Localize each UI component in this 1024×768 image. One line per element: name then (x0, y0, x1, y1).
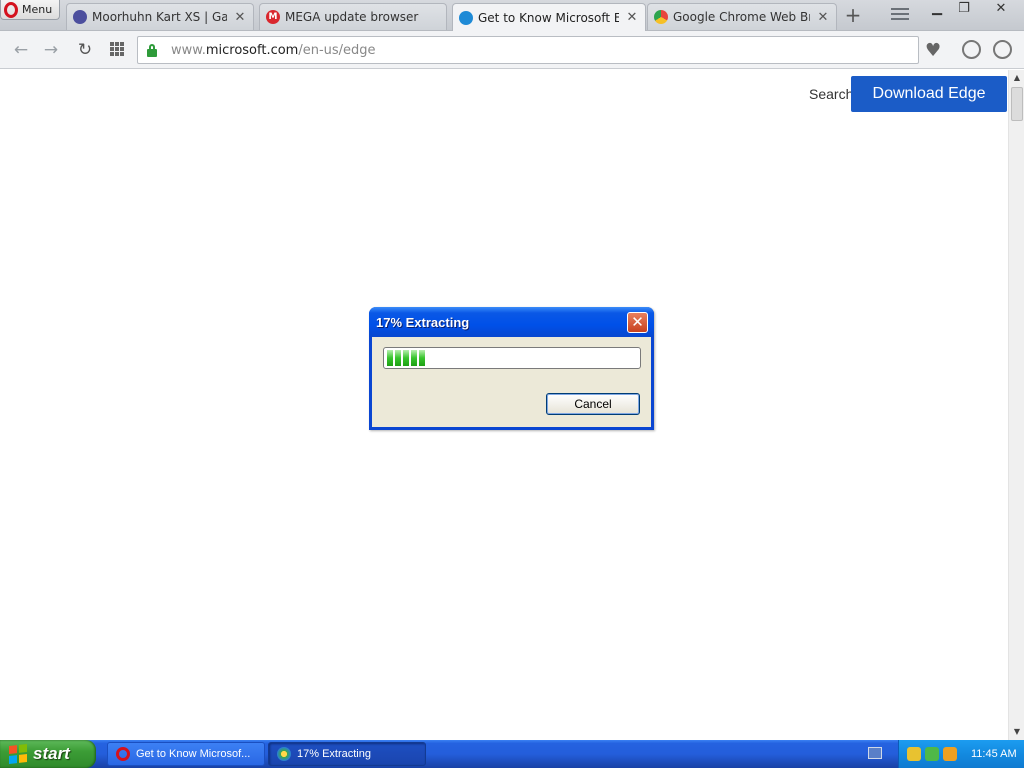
secure-lock-icon (147, 44, 157, 57)
windows-logo-icon (9, 744, 27, 764)
forward-arrow-icon[interactable]: → (41, 40, 61, 60)
download-icon[interactable] (962, 40, 981, 59)
taskbar-item-extracting[interactable]: 17% Extracting (268, 742, 426, 766)
keyboard-icon[interactable] (868, 747, 882, 759)
task-label: Get to Know Microsof... (136, 748, 251, 760)
scroll-down-arrow-icon[interactable]: ▼ (1009, 724, 1024, 740)
search-tray-icon[interactable] (943, 747, 957, 761)
progress-block (411, 350, 417, 366)
tab-menu-icon[interactable] (891, 8, 909, 22)
cancel-button[interactable]: Cancel (546, 393, 640, 415)
dialog-close-icon[interactable]: ✕ (627, 312, 648, 333)
dialog-title: 17% Extracting (376, 315, 470, 330)
speed-dial-grid-icon[interactable] (110, 42, 124, 56)
account-icon[interactable] (993, 40, 1012, 59)
scroll-thumb[interactable] (1011, 87, 1023, 121)
restore-icon[interactable]: ❐ (953, 2, 975, 18)
progress-block (419, 350, 425, 366)
page-scrollbar[interactable]: ▲ ▼ (1008, 70, 1024, 740)
opera-icon (116, 747, 130, 761)
start-label: start (33, 744, 70, 763)
taskbar: start Get to Know Microsof... 17% Extrac… (0, 740, 1024, 768)
tab-label: Google Chrome Web Browser (673, 10, 810, 24)
scroll-up-arrow-icon[interactable]: ▲ (1009, 70, 1024, 86)
dialog-title-bar[interactable]: 17% Extracting ✕ (369, 307, 654, 337)
tab-label: Get to Know Microsoft Edge (478, 10, 619, 25)
security-shield-icon[interactable] (907, 747, 921, 761)
url-text: www.microsoft.com/en-us/edge (171, 43, 376, 58)
tab-close-icon[interactable]: ✕ (625, 10, 639, 25)
installer-icon (277, 747, 291, 761)
menu-label: Menu (22, 3, 53, 16)
clock: 11:45 AM (971, 748, 1017, 760)
opera-logo-icon (4, 1, 18, 18)
reload-icon[interactable]: ↻ (75, 40, 95, 60)
edge-favicon-icon (459, 10, 473, 25)
opera-menu-button[interactable]: Menu (0, 0, 60, 20)
tab-close-icon[interactable]: ✕ (816, 10, 830, 25)
tab-mega[interactable]: M MEGA update browser (259, 3, 447, 30)
start-button[interactable]: start (0, 740, 96, 768)
task-label: 17% Extracting (297, 748, 371, 760)
tab-moorhuhn[interactable]: Moorhuhn Kart XS | GamingF ✕ (66, 3, 254, 30)
shield-favicon-icon (73, 10, 87, 24)
tab-bar: Menu Moorhuhn Kart XS | GamingF ✕ M MEGA… (0, 0, 1024, 31)
tab-edge[interactable]: Get to Know Microsoft Edge ✕ (452, 3, 646, 31)
heart-bookmark-icon[interactable]: ♥ (925, 40, 941, 61)
search-link[interactable]: Search (809, 86, 853, 102)
tab-label: MEGA update browser (285, 10, 419, 24)
back-arrow-icon[interactable]: ← (11, 40, 31, 60)
progress-block (403, 350, 409, 366)
new-tab-button[interactable]: + (843, 5, 863, 26)
taskbar-item-browser[interactable]: Get to Know Microsof... (107, 742, 265, 766)
window-close-icon[interactable]: ✕ (990, 2, 1012, 18)
chrome-favicon-icon (654, 10, 668, 24)
extracting-dialog: 17% Extracting ✕ Cancel (369, 307, 654, 430)
progress-block (395, 350, 401, 366)
progress-block (387, 350, 393, 366)
tab-chrome[interactable]: Google Chrome Web Browser ✕ (647, 3, 837, 30)
progress-bar (383, 347, 641, 369)
download-edge-button[interactable]: Download Edge (851, 76, 1007, 112)
mega-favicon-icon: M (266, 10, 280, 24)
tab-close-icon[interactable]: ✕ (233, 10, 247, 25)
address-field[interactable]: www.microsoft.com/en-us/edge (137, 36, 919, 64)
tab-label: Moorhuhn Kart XS | GamingF (92, 10, 227, 24)
minimize-icon[interactable]: ▁ (926, 2, 948, 18)
system-tray: 11:45 AM (898, 740, 1024, 768)
network-icon[interactable] (925, 747, 939, 761)
progress-fill (387, 350, 637, 366)
